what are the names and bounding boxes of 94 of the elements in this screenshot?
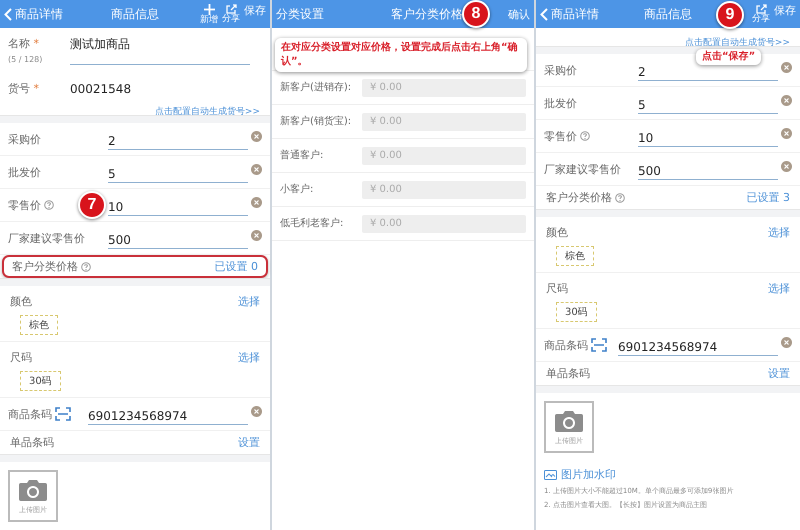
chevron-left-icon [540, 8, 548, 20]
field-label: 名称 * [8, 36, 40, 51]
price-input[interactable]: ¥ 0.00 [362, 112, 526, 130]
share-button[interactable]: 分享 [222, 4, 240, 24]
clear-icon[interactable] [251, 406, 262, 417]
price-input[interactable]: ¥ 0.00 [362, 78, 526, 96]
field-label: 零售价 [544, 128, 577, 144]
customer-type-label: 低毛利老客户: [280, 217, 344, 230]
share-button[interactable]: 分享 [752, 4, 770, 24]
clear-icon[interactable] [251, 230, 262, 241]
price-input[interactable]: ¥ 0.00 [362, 214, 526, 232]
customer-price-link[interactable]: 已设置 0 [214, 259, 258, 274]
name-field[interactable]: 测试加商品 [70, 36, 250, 65]
field-label: 货号 * [8, 81, 40, 96]
select-link[interactable]: 选择 [768, 225, 790, 240]
field-label: 颜色 [546, 225, 568, 240]
option-tag[interactable]: 棕色 [556, 246, 594, 266]
share-icon [756, 4, 766, 14]
settings-link[interactable]: 设置 [768, 366, 790, 381]
clear-icon[interactable] [781, 161, 792, 172]
price-field[interactable]: 10 [638, 126, 778, 146]
field-label: 客户分类价格 [12, 259, 78, 274]
option-tag[interactable]: 棕色 [20, 315, 58, 335]
watermark-link[interactable]: 图片加水印 [561, 467, 616, 482]
settings-link[interactable]: 设置 [238, 435, 260, 450]
clear-icon[interactable] [781, 95, 792, 106]
field-label: 采购价 [8, 132, 41, 146]
field-label: 商品条码 [544, 338, 588, 352]
field-label: 单品条码 [10, 435, 54, 450]
barcode-field[interactable]: 6901234568974 [618, 334, 778, 356]
select-link[interactable]: 选择 [768, 281, 790, 296]
clear-icon[interactable] [781, 62, 792, 73]
camera-icon [554, 408, 584, 432]
back-button[interactable]: 分类设置 [276, 6, 346, 22]
customer-type-label: 新客户(进销存): [280, 81, 352, 94]
option-tag[interactable]: 30码 [20, 371, 61, 391]
confirm-button[interactable]: 确认 [508, 6, 530, 22]
field-label: 批发价 [8, 164, 41, 180]
clear-icon[interactable] [251, 197, 262, 208]
option-tag[interactable]: 30码 [556, 302, 597, 322]
instruction-tooltip: 在对应分类设置对应价格，设置完成后点击右上角“确认”。 [275, 38, 527, 72]
field-label: 颜色 [10, 294, 32, 309]
save-button[interactable]: 保存 [244, 4, 266, 24]
save-button[interactable]: 保存 [774, 4, 796, 24]
back-button[interactable]: 商品详情 [4, 6, 74, 22]
select-link[interactable]: 选择 [238, 294, 260, 309]
field-label: 零售价 [8, 198, 41, 212]
customer-type-label: 小客户: [280, 183, 314, 196]
field-label: 商品条码 [8, 406, 52, 422]
field-label: 采购价 [544, 62, 577, 78]
field-label: 尺码 [10, 350, 32, 365]
back-button[interactable]: 商品详情 [540, 6, 610, 22]
help-icon[interactable] [580, 131, 590, 141]
instruction-tooltip: 点击“保存” [696, 49, 762, 65]
field-label: 厂家建议零售价 [8, 230, 85, 246]
clear-icon[interactable] [781, 128, 792, 139]
help-icon[interactable] [81, 262, 91, 272]
share-icon [226, 4, 236, 14]
page-title: 客户分类价格 [391, 6, 463, 22]
clear-icon[interactable] [251, 164, 262, 175]
camera-icon [18, 478, 48, 502]
price-input[interactable]: ¥ 0.00 [362, 146, 526, 164]
field-label: 单品条码 [546, 366, 590, 381]
customer-type-label: 新客户(销货宝): [280, 115, 352, 128]
chevron-left-icon [4, 8, 12, 20]
price-field[interactable]: 500 [638, 158, 778, 180]
page-title: 商品信息 [644, 6, 692, 22]
scan-icon[interactable] [591, 338, 607, 352]
price-field[interactable]: 5 [108, 162, 248, 182]
plus-icon [204, 4, 214, 14]
field-label: 厂家建议零售价 [544, 162, 621, 176]
page-title: 商品信息 [111, 6, 159, 22]
customer-price-link[interactable]: 已设置 3 [746, 190, 790, 205]
customer-type-label: 普通客户: [280, 149, 324, 162]
price-input[interactable]: ¥ 0.00 [362, 180, 526, 198]
field-label: 客户分类价格 [546, 190, 612, 205]
step-badge: 7 [78, 191, 106, 219]
price-field[interactable]: 500 [108, 228, 248, 248]
clear-icon[interactable] [251, 131, 262, 142]
barcode-field[interactable]: 6901234568974 [88, 404, 248, 424]
help-icon[interactable] [615, 192, 625, 202]
help-icon[interactable] [44, 200, 54, 210]
price-field[interactable]: 10 [108, 194, 248, 216]
scan-icon[interactable] [55, 407, 71, 421]
select-link[interactable]: 选择 [238, 350, 260, 365]
field-label: 批发价 [544, 96, 577, 110]
add-button[interactable]: 新增 [200, 4, 218, 24]
item-number: 00021548 [70, 82, 132, 96]
char-count: (5 / 128) [8, 55, 44, 64]
clear-icon[interactable] [781, 337, 792, 348]
image-icon [544, 470, 557, 480]
price-field[interactable]: 2 [108, 128, 248, 150]
field-label: 尺码 [546, 281, 568, 296]
price-field[interactable]: 5 [638, 92, 778, 114]
